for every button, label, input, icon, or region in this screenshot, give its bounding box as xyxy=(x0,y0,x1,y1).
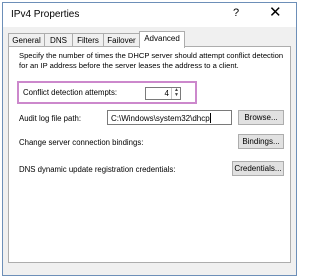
tab-advanced[interactable]: Advanced xyxy=(139,31,185,48)
audit-log-path-value[interactable]: C:\Windows\system32\dhcp xyxy=(111,114,210,123)
spinner-arrows[interactable]: ▲ ▼ xyxy=(171,88,180,99)
text-caret xyxy=(209,113,211,123)
tab-filters[interactable]: Filters xyxy=(72,33,104,47)
ipv4-properties-dialog: IPv4 Properties ? ✕ General DNS Filters … xyxy=(2,2,297,276)
conflict-detection-label: Conflict detection attempts: xyxy=(23,88,118,97)
bindings-button[interactable]: Bindings... xyxy=(238,134,284,149)
tab-dns[interactable]: DNS xyxy=(44,33,73,47)
conflict-description: Specify the number of times the DHCP ser… xyxy=(19,51,284,70)
audit-log-label: Audit log file path: xyxy=(19,114,81,123)
window-title: IPv4 Properties xyxy=(11,9,80,20)
browse-button[interactable]: Browse... xyxy=(238,110,284,125)
conflict-detection-value[interactable]: 4 xyxy=(165,89,169,98)
tab-general[interactable]: General xyxy=(8,33,45,47)
bindings-label: Change server connection bindings: xyxy=(19,138,144,147)
tab-failover[interactable]: Failover xyxy=(103,33,140,47)
conflict-detection-spinner[interactable]: 4 ▲ ▼ xyxy=(145,87,181,100)
credentials-label: DNS dynamic update registration credenti… xyxy=(19,165,176,174)
spin-down-icon[interactable]: ▼ xyxy=(172,93,181,98)
conflict-detection-highlight: Conflict detection attempts: 4 ▲ ▼ xyxy=(17,81,197,104)
help-button[interactable]: ? xyxy=(233,7,239,19)
audit-log-path-input[interactable]: C:\Windows\system32\dhcp xyxy=(107,110,232,125)
credentials-button[interactable]: Credentials... xyxy=(232,161,284,176)
close-icon[interactable]: ✕ xyxy=(269,5,282,20)
advanced-panel: Specify the number of times the DHCP ser… xyxy=(8,46,291,263)
title-bar[interactable]: IPv4 Properties ? ✕ xyxy=(3,3,296,27)
